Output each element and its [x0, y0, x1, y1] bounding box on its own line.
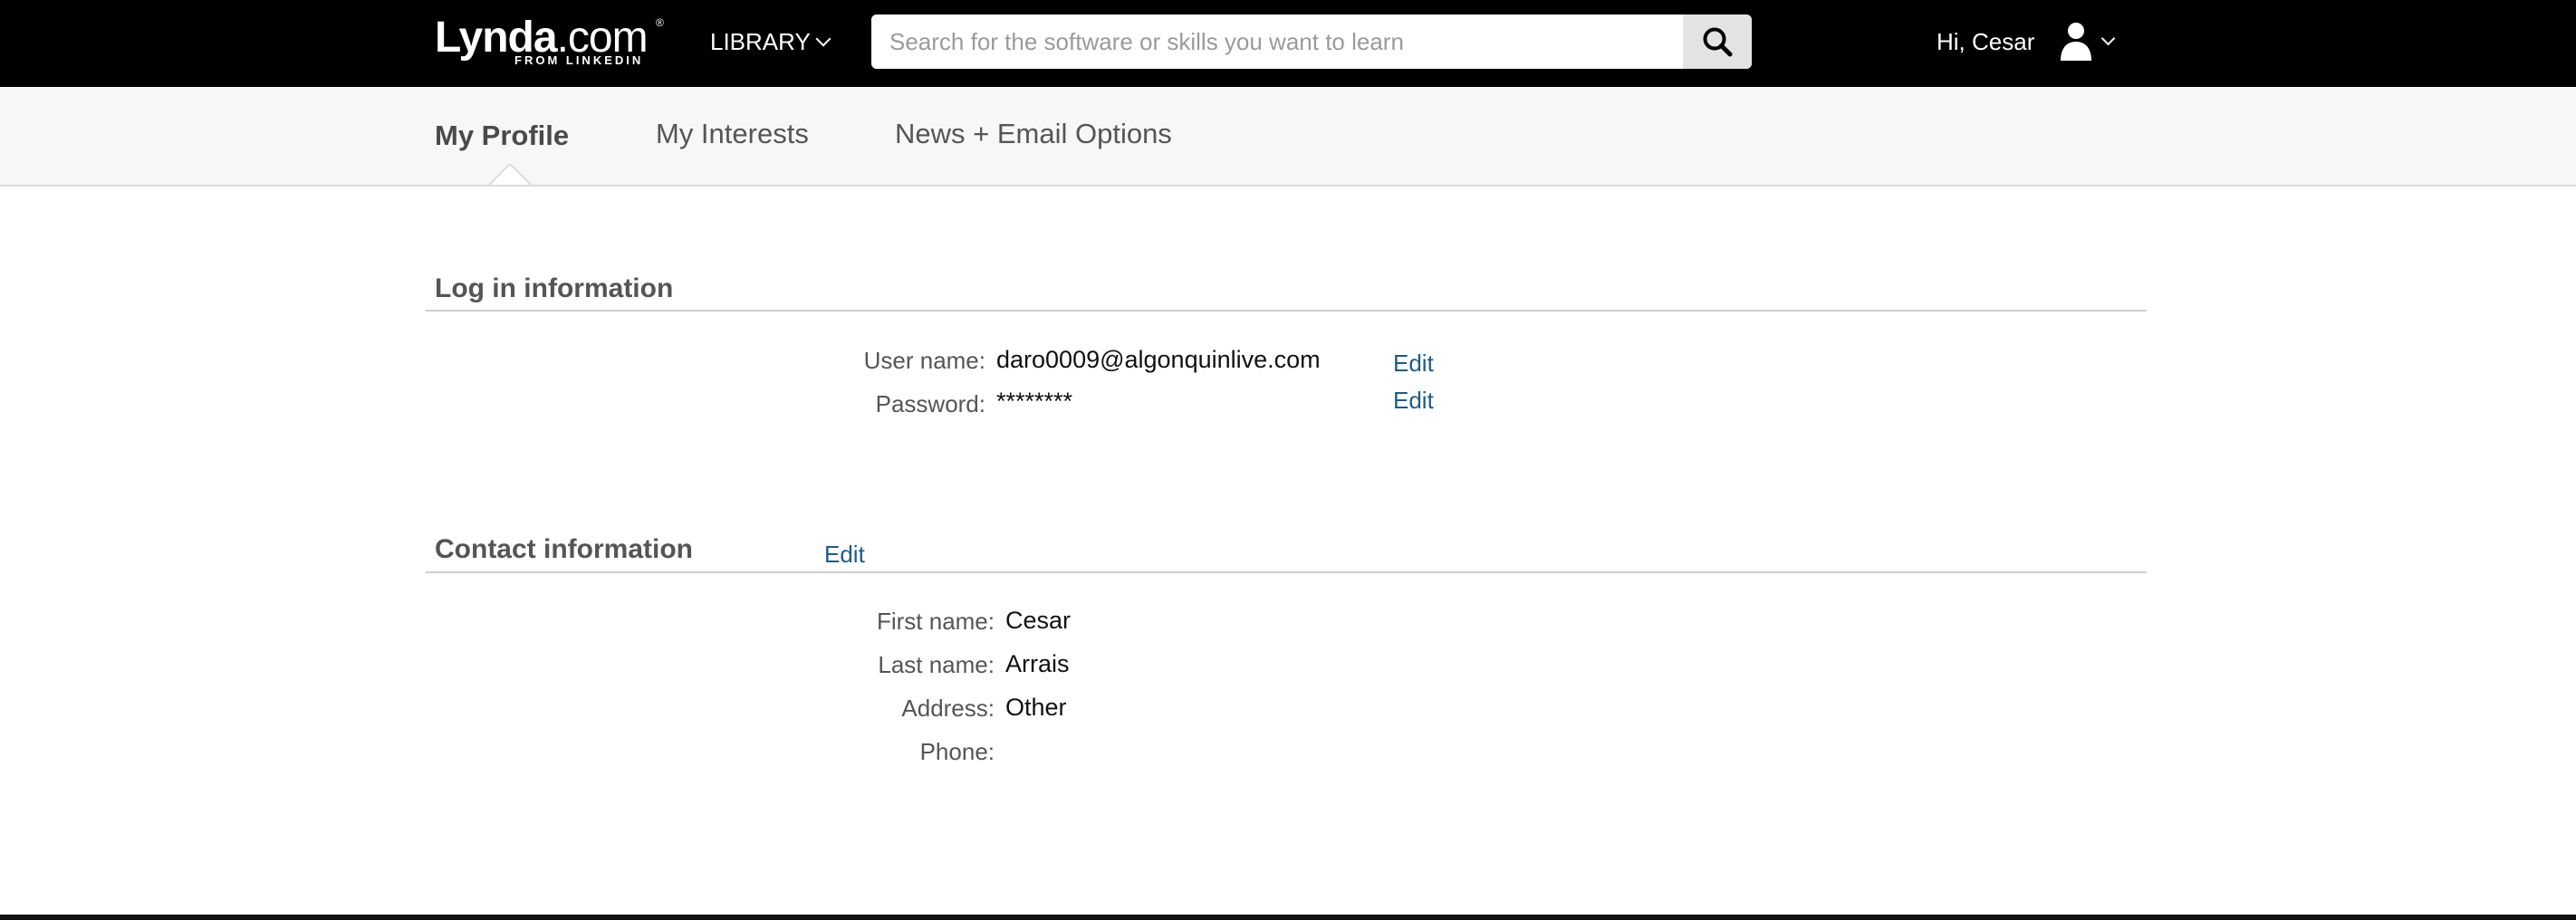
username-value: daro0009@algonquinlive.com [996, 346, 1321, 373]
library-label: LIBRARY [710, 27, 811, 55]
user-greeting[interactable]: Hi, Cesar [1937, 25, 2034, 58]
contact-section-divider [426, 571, 2147, 573]
login-section-divider [426, 310, 2147, 311]
phone-label: Phone: [919, 738, 995, 765]
user-icon [2061, 23, 2091, 61]
library-menu-button[interactable]: LIBRARY [710, 25, 831, 58]
logo-subtitle: FROM LINKEDIN [514, 53, 644, 67]
profile-tabs-bar: My Profile My Interests News + Email Opt… [0, 87, 2576, 187]
search-bar [871, 14, 1752, 69]
search-input[interactable] [871, 14, 1648, 69]
address-label: Address: [901, 695, 995, 722]
edit-contact-link[interactable]: Edit [824, 541, 865, 569]
password-label: Password: [875, 390, 985, 417]
lynda-logo[interactable]: Lynda.com ® FROM LINKEDIN [435, 13, 670, 71]
first-name-label: First name: [876, 608, 995, 635]
search-icon [1703, 27, 1733, 57]
footer-edge [0, 915, 2576, 920]
chevron-down-icon [2100, 31, 2116, 45]
chevron-down-icon [815, 31, 831, 47]
active-tab-indicator [489, 164, 531, 186]
user-account-menu[interactable] [2058, 18, 2116, 63]
top-navigation-bar: Lynda.com ® FROM LINKEDIN LIBRARY Hi, Ce… [0, 0, 2576, 87]
tab-my-profile[interactable]: My Profile [435, 120, 569, 152]
tab-my-interests[interactable]: My Interests [656, 118, 809, 150]
first-name-value: Cesar [1005, 607, 1072, 634]
username-label: User name: [863, 347, 985, 374]
edit-password-link[interactable]: Edit [1393, 387, 1434, 415]
contact-section-title: Contact information [435, 534, 693, 564]
edit-username-link[interactable]: Edit [1393, 350, 1434, 378]
login-section-title: Log in information [435, 273, 674, 303]
search-button[interactable] [1683, 14, 1752, 69]
logo-registered-mark: ® [656, 16, 664, 29]
password-value: ******** [996, 388, 1073, 415]
address-value: Other [1005, 694, 1067, 721]
tab-news-email-options[interactable]: News + Email Options [895, 118, 1172, 150]
last-name-value: Arrais [1005, 650, 1070, 677]
last-name-label: Last name: [878, 651, 995, 678]
